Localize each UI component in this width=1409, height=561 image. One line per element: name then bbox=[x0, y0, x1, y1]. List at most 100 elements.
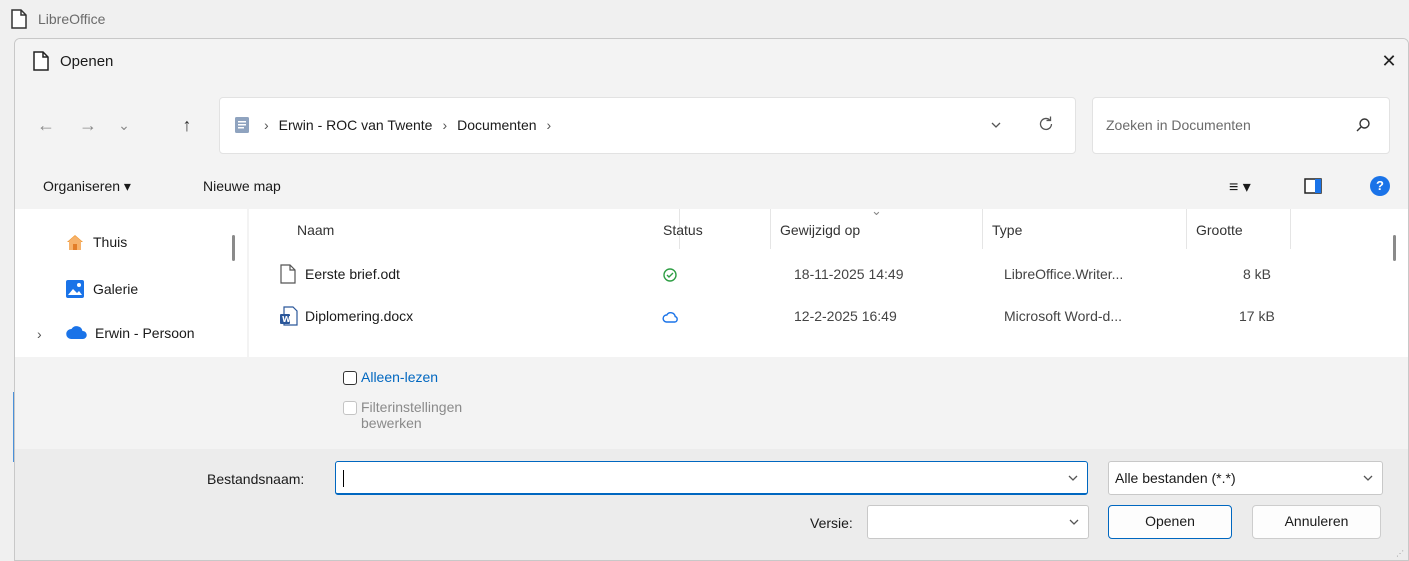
document-icon bbox=[33, 51, 49, 71]
arrow-up-icon: ↑ bbox=[182, 114, 192, 135]
svg-text:W: W bbox=[282, 315, 291, 324]
file-modified: 12-2-2025 16:49 bbox=[794, 308, 897, 324]
readonly-checkbox[interactable]: Alleen-lezen bbox=[343, 369, 438, 385]
sidebar-item-thuis[interactable]: Thuis bbox=[65, 233, 127, 251]
command-toolbar: Organiseren ▾ Nieuwe map ≡ ▾ ? bbox=[15, 165, 1408, 209]
close-icon: ✕ bbox=[1381, 50, 1397, 71]
breadcrumb-item-onedrive[interactable]: Erwin - ROC van Twente bbox=[279, 117, 433, 133]
chevron-down-icon[interactable] bbox=[1362, 472, 1374, 484]
breadcrumb-separator: › bbox=[442, 117, 448, 133]
checkbox-box[interactable] bbox=[343, 371, 357, 385]
word-document-icon: W bbox=[280, 306, 298, 326]
open-button[interactable]: Openen bbox=[1108, 505, 1232, 539]
open-dialog: Openen ✕ ← → ⌄ ↑ › Erwin - ROC van Twent… bbox=[14, 38, 1409, 561]
sidebar-item-label: Thuis bbox=[93, 234, 128, 250]
filename-input[interactable] bbox=[335, 461, 1088, 495]
file-size: 8 kB bbox=[1243, 266, 1272, 282]
resize-grip-icon[interactable]: ⋰ bbox=[1396, 549, 1404, 558]
search-placeholder: Zoeken in Documenten bbox=[1106, 117, 1251, 133]
sort-indicator-icon: ⌄ bbox=[871, 203, 882, 218]
arrow-right-icon: → bbox=[79, 114, 97, 135]
file-modified: 18-11-2025 14:49 bbox=[794, 266, 904, 282]
synced-check-icon bbox=[663, 268, 677, 282]
help-button[interactable]: ? bbox=[1370, 176, 1390, 196]
column-header-naam[interactable]: Naam bbox=[297, 209, 334, 249]
gallery-icon bbox=[66, 280, 84, 298]
column-divider[interactable] bbox=[1290, 209, 1291, 249]
version-select[interactable] bbox=[867, 505, 1089, 539]
file-name: Eerste brief.odt bbox=[305, 266, 400, 282]
preview-pane-icon[interactable] bbox=[1304, 177, 1322, 195]
column-header-grootte[interactable]: Grootte bbox=[1196, 209, 1243, 249]
onedrive-cloud-icon bbox=[66, 326, 87, 339]
view-options-button[interactable]: ≡ ▾ bbox=[1229, 177, 1251, 197]
checkbox-box bbox=[343, 401, 357, 415]
chevron-down-icon[interactable] bbox=[990, 119, 1002, 131]
filetype-value: Alle bestanden (*.*) bbox=[1115, 470, 1236, 486]
documents-folder-icon bbox=[235, 117, 249, 133]
dialog-footer: Bestandsnaam: Alle bestanden (*.*) Versi… bbox=[15, 449, 1408, 560]
file-list: Naam Status Gewijzigd op ⌄ Type Grootte … bbox=[249, 203, 1408, 357]
filename-label: Bestandsnaam: bbox=[207, 471, 305, 487]
column-divider[interactable] bbox=[770, 209, 771, 249]
sidebar-item-onedrive[interactable]: Erwin - Persoon bbox=[65, 325, 195, 341]
address-bar[interactable]: › Erwin - ROC van Twente › Documenten › bbox=[219, 97, 1076, 154]
column-divider[interactable] bbox=[1186, 209, 1187, 249]
table-row[interactable]: W Diplomering.docx 12-2-2025 16:49 Micro… bbox=[249, 297, 1389, 337]
navigation-pane: Thuis Galerie › Erwin - Persoon bbox=[15, 209, 247, 357]
file-name: Diplomering.docx bbox=[305, 308, 414, 324]
sidebar-item-label: Galerie bbox=[93, 281, 139, 297]
arrow-left-icon: ← bbox=[37, 114, 55, 135]
new-folder-button[interactable]: Nieuwe map bbox=[203, 178, 281, 194]
breadcrumb-separator[interactable]: › bbox=[547, 117, 552, 133]
column-divider[interactable] bbox=[982, 209, 983, 249]
recent-locations-button[interactable]: ⌄ bbox=[109, 109, 139, 141]
forward-button[interactable]: → bbox=[73, 109, 103, 141]
open-options: Alleen-lezen Filterinstellingen bewerken bbox=[15, 357, 1408, 449]
filetype-select[interactable]: Alle bestanden (*.*) bbox=[1108, 461, 1383, 495]
chevron-down-icon: ⌄ bbox=[118, 116, 130, 133]
search-icon bbox=[1356, 118, 1370, 132]
readonly-label[interactable]: Alleen-lezen bbox=[361, 369, 438, 385]
sidebar-item-label: Erwin - Persoon bbox=[95, 325, 195, 341]
close-button[interactable]: ✕ bbox=[1370, 43, 1408, 79]
breadcrumb-item-documenten[interactable]: Documenten bbox=[457, 117, 536, 133]
up-button[interactable]: ↑ bbox=[172, 109, 202, 141]
file-type: Microsoft Word-d... bbox=[1004, 308, 1122, 324]
app-titlebar: LibreOffice bbox=[0, 0, 1409, 38]
file-list-scrollbar[interactable] bbox=[1393, 235, 1396, 261]
cloud-only-icon bbox=[662, 311, 678, 323]
dialog-titlebar: Openen ✕ bbox=[15, 39, 1408, 85]
filter-label-line2: bewerken bbox=[361, 415, 422, 431]
filter-settings-label: Filterinstellingen bewerken bbox=[361, 399, 462, 431]
background-window-edge bbox=[0, 170, 15, 561]
help-icon: ? bbox=[1376, 178, 1384, 193]
version-label: Versie: bbox=[810, 515, 853, 531]
filter-settings-checkbox: Filterinstellingen bewerken bbox=[343, 399, 462, 431]
back-button[interactable]: ← bbox=[31, 109, 61, 141]
filter-label-line1: Filterinstellingen bbox=[361, 399, 463, 415]
app-title: LibreOffice bbox=[38, 11, 106, 27]
blank-document-icon bbox=[280, 264, 296, 284]
navigation-bar: ← → ⌄ ↑ › Erwin - ROC van Twente › Docum… bbox=[15, 85, 1408, 165]
home-icon bbox=[67, 235, 83, 250]
document-icon bbox=[11, 9, 27, 29]
chevron-down-icon[interactable] bbox=[1068, 516, 1080, 528]
column-header-type[interactable]: Type bbox=[992, 209, 1022, 249]
sidebar-scrollbar[interactable] bbox=[232, 235, 235, 261]
organise-button[interactable]: Organiseren ▾ bbox=[43, 178, 131, 195]
text-caret bbox=[343, 470, 344, 487]
refresh-icon[interactable] bbox=[1036, 114, 1056, 134]
chevron-down-icon[interactable] bbox=[1067, 472, 1079, 484]
column-header-status[interactable]: Status bbox=[663, 209, 703, 249]
cancel-button[interactable]: Annuleren bbox=[1252, 505, 1381, 539]
file-size: 17 kB bbox=[1239, 308, 1275, 324]
sidebar-item-galerie[interactable]: Galerie bbox=[65, 279, 138, 299]
breadcrumb: › Erwin - ROC van Twente › Documenten › bbox=[264, 117, 561, 133]
column-header-gewijzigd[interactable]: Gewijzigd op bbox=[780, 209, 860, 249]
file-type: LibreOffice.Writer... bbox=[1004, 266, 1124, 282]
expand-chevron-icon[interactable]: › bbox=[37, 326, 42, 342]
table-row[interactable]: Eerste brief.odt 18-11-2025 14:49 LibreO… bbox=[249, 255, 1389, 295]
search-input[interactable]: Zoeken in Documenten bbox=[1092, 97, 1390, 154]
dialog-title: Openen bbox=[60, 53, 114, 70]
